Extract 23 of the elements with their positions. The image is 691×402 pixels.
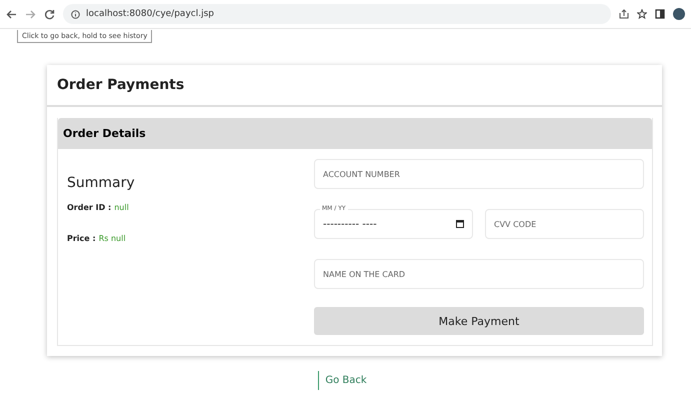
card-title: Order Payments [47, 65, 662, 107]
account-number-field[interactable]: ACCOUNT NUMBER [314, 159, 644, 189]
make-payment-button[interactable]: Make Payment [314, 307, 644, 335]
calendar-icon[interactable] [456, 220, 464, 228]
field-value: Rs null [98, 234, 126, 243]
expiry-value: ---------- ---- [323, 218, 377, 230]
url-text: localhost:8080/cye/paycl.jsp [86, 9, 214, 19]
reload-icon[interactable] [44, 8, 55, 20]
sidebar-icon[interactable] [655, 9, 665, 19]
share-icon[interactable] [619, 9, 629, 19]
go-back-link[interactable]: Go Back [318, 371, 373, 390]
field-value: null [114, 203, 129, 212]
address-bar[interactable]: localhost:8080/cye/paycl.jsp [63, 4, 611, 24]
cvv-field[interactable]: CVV CODE [485, 209, 644, 239]
back-arrow-icon[interactable] [6, 8, 17, 20]
field-label: Order ID : [67, 203, 112, 212]
section-title: Order Details [58, 118, 652, 149]
summary-heading: Summary [67, 175, 136, 191]
field-label: Price : [67, 234, 96, 243]
card-name-field[interactable]: NAME ON THE CARD [314, 259, 644, 289]
profile-avatar[interactable] [673, 8, 685, 20]
info-icon[interactable] [71, 10, 80, 18]
star-icon[interactable] [637, 9, 647, 19]
